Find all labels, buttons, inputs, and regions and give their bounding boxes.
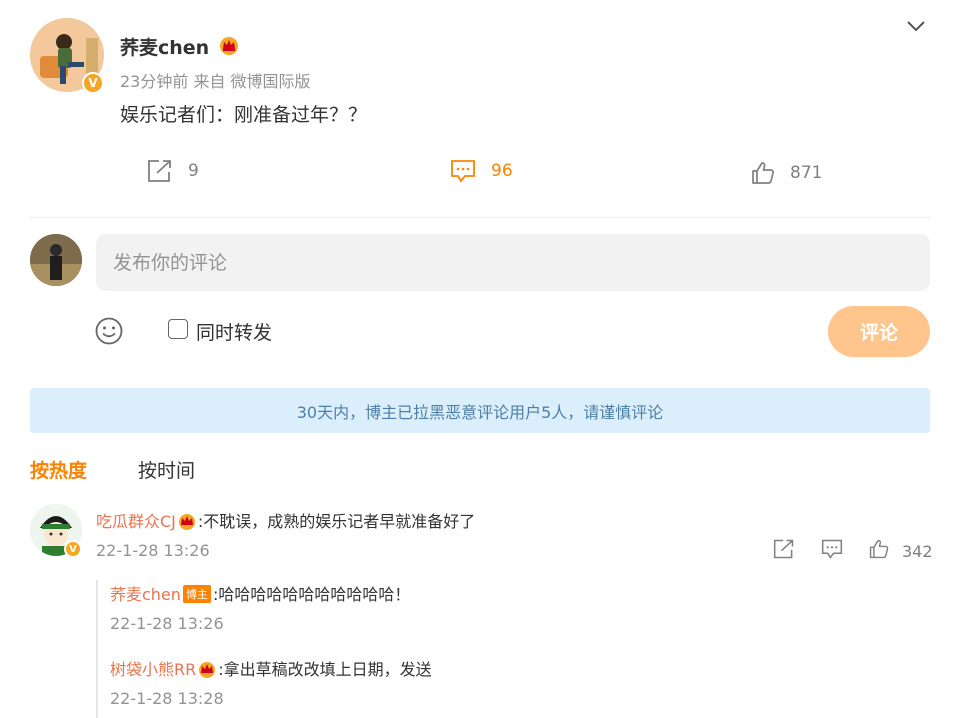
repost-button[interactable]: 9 <box>146 158 199 184</box>
commenter-name[interactable]: 吃瓜群众CJ <box>96 512 176 531</box>
my-avatar <box>30 234 82 286</box>
tab-sort-time[interactable]: 按时间 <box>138 456 195 483</box>
reply-time: 22-1-28 13:26 <box>110 614 224 633</box>
author-tag-badge: 博主 <box>182 585 211 603</box>
post-content: 娱乐记者们：刚准备过年？？ <box>120 104 368 126</box>
comment-actions: 342 <box>772 538 933 564</box>
post-time: 23分钟前 <box>120 72 189 91</box>
thumbs-up-icon[interactable] <box>868 538 890 564</box>
verified-badge: V <box>82 72 104 94</box>
chevron-down-icon[interactable] <box>904 14 928 38</box>
smiley-icon[interactable] <box>94 316 124 346</box>
like-count: 871 <box>790 163 823 183</box>
reply-text: 荞麦chen 博主:哈哈哈哈哈哈哈哈哈哈哈！ <box>110 581 410 605</box>
comment-count: 96 <box>491 161 513 181</box>
reply-body: :拿出草稿改改填上日期，发送 <box>218 660 432 679</box>
comment-icon[interactable] <box>820 538 844 564</box>
divider <box>30 217 930 218</box>
comment-text: 吃瓜群众CJ :不耽误，成熟的娱乐记者早就准备好了 <box>96 508 475 532</box>
repost-count: 9 <box>188 161 199 181</box>
tab-sort-hot[interactable]: 按热度 <box>30 456 87 483</box>
repost-icon <box>148 160 171 182</box>
author-name[interactable]: 荞麦chen <box>120 33 209 60</box>
comment-input[interactable] <box>96 234 930 291</box>
verified-badge: V <box>64 540 82 558</box>
reply-text: 树袋小熊RR :拿出草稿改改填上日期，发送 <box>110 656 432 680</box>
repost-icon[interactable] <box>772 538 796 564</box>
comment-button[interactable]: 96 <box>449 158 513 184</box>
repost-checkbox[interactable] <box>168 319 188 339</box>
post-source: 来自 微博国际版 <box>193 72 311 91</box>
submit-comment-button[interactable]: 评论 <box>828 306 930 357</box>
reply-body: :哈哈哈哈哈哈哈哈哈哈哈！ <box>212 585 411 604</box>
comment-time: 22-1-28 13:26 <box>96 541 210 560</box>
reply-time: 22-1-28 13:28 <box>110 689 224 708</box>
comment-icon <box>451 160 475 183</box>
crown-badge-icon[interactable] <box>196 660 218 678</box>
reply-author-name[interactable]: 荞麦chen <box>110 585 181 604</box>
crown-badge-icon[interactable] <box>176 512 198 530</box>
comment-body: :不耽误，成熟的娱乐记者早就准备好了 <box>197 512 476 531</box>
thumbs-up-icon <box>752 162 774 184</box>
comment-like-count: 342 <box>902 541 933 561</box>
moderation-notice: 30天内，博主已拉黑恶意评论用户5人，请谨慎评论 <box>30 388 930 433</box>
post-meta: 23分钟前 来自 微博国际版 <box>120 68 311 92</box>
reply-author-name[interactable]: 树袋小熊RR <box>110 660 196 679</box>
reply-thread-line <box>96 580 98 718</box>
repost-checkbox-label[interactable]: 同时转发 <box>196 318 272 345</box>
crown-badge-icon[interactable] <box>218 35 240 55</box>
like-button[interactable]: 871 <box>750 160 822 186</box>
